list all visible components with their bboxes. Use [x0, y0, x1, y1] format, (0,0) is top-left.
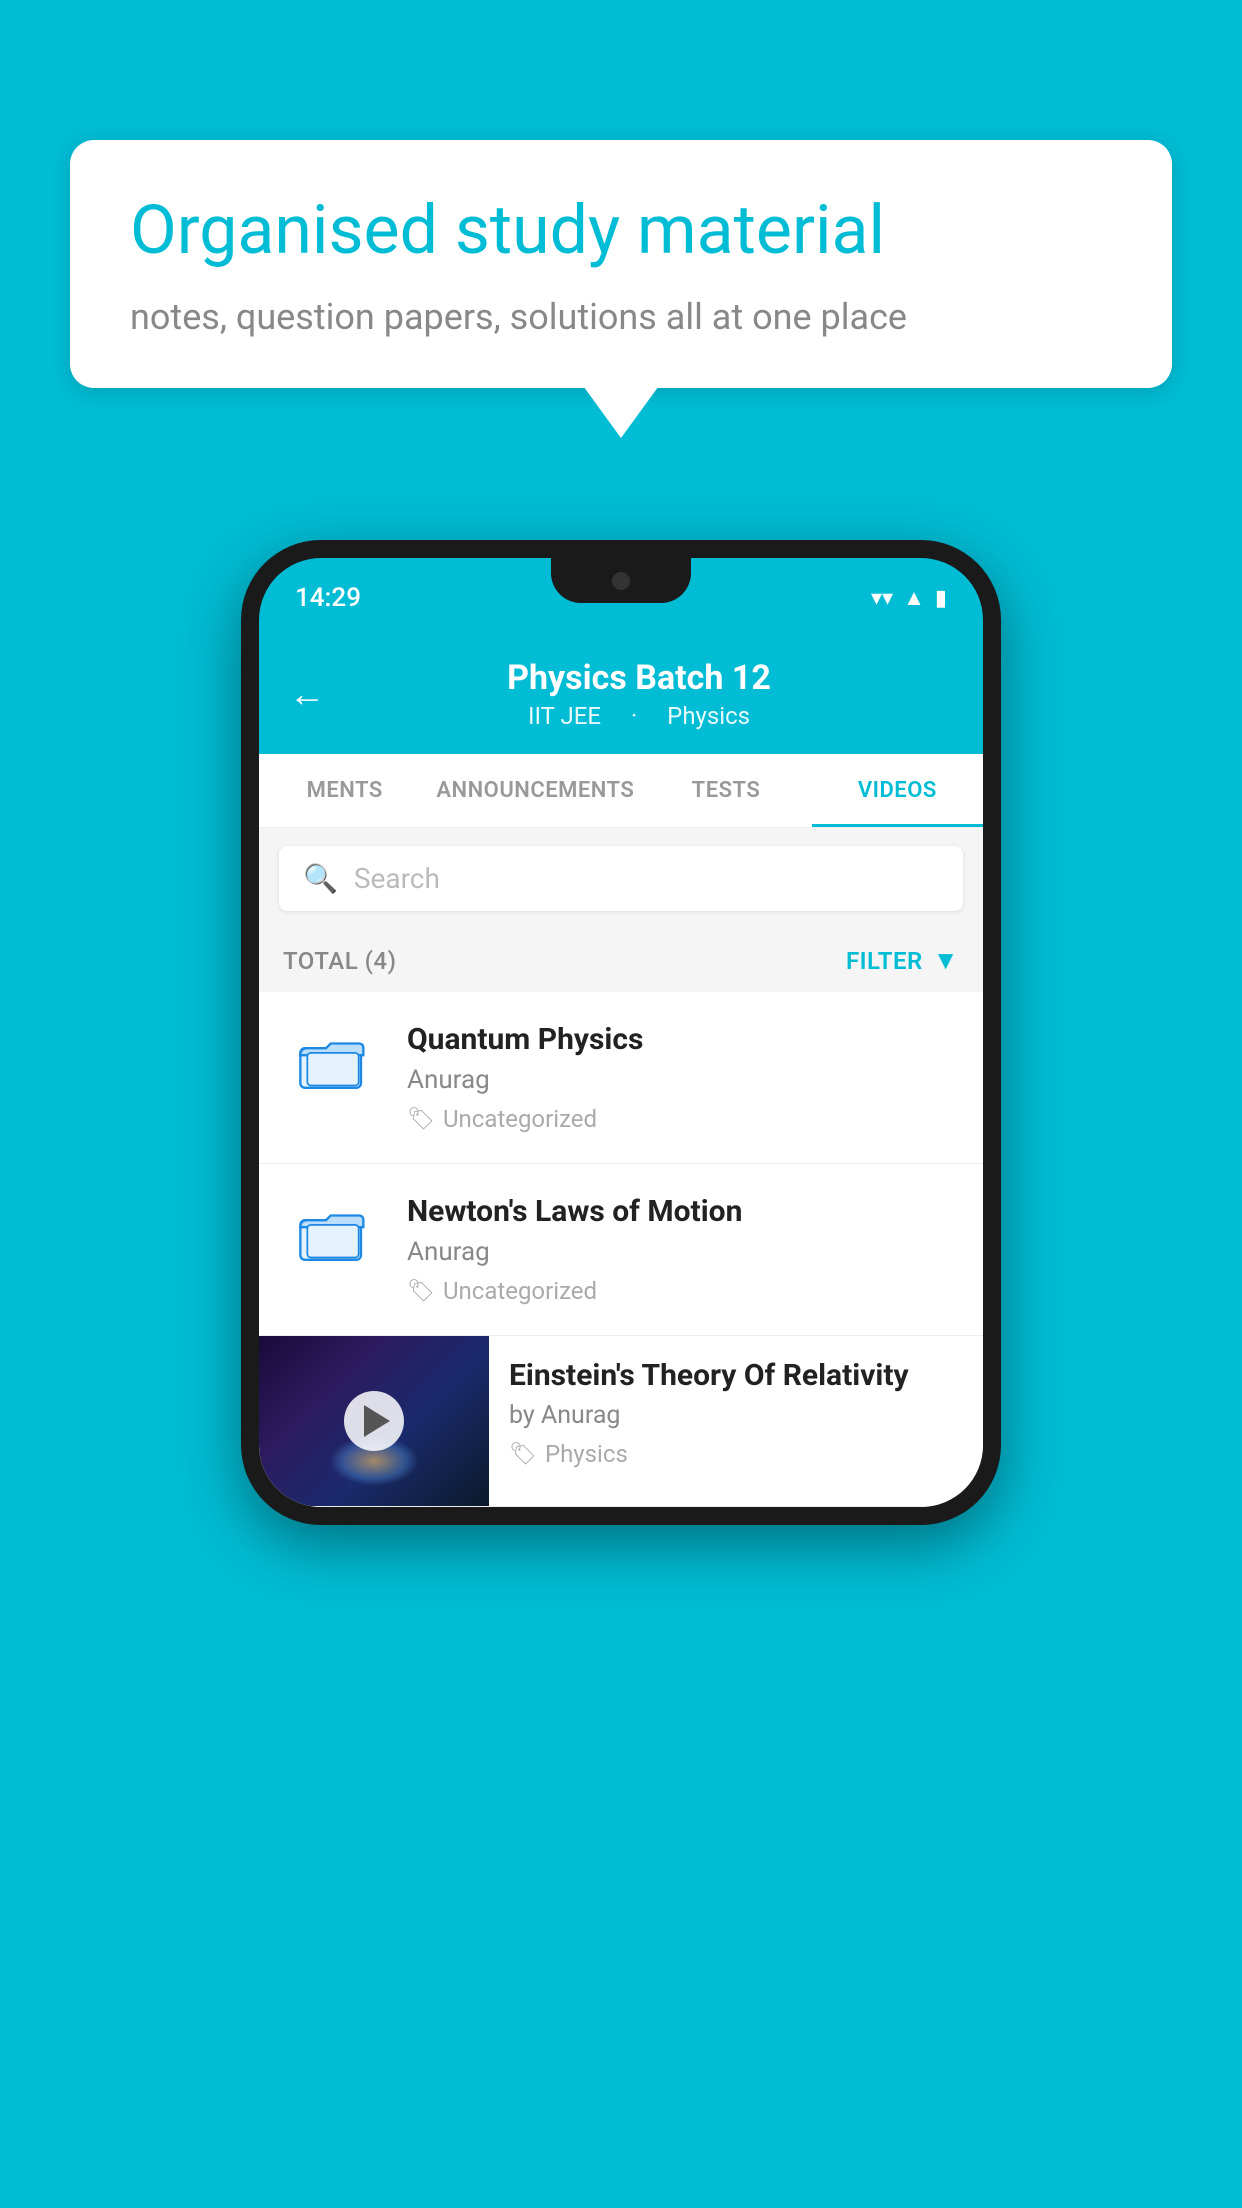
battery-icon: ▮: [935, 586, 947, 611]
speech-bubble-heading: Organised study material: [130, 190, 1112, 272]
video-info-quantum: Quantum Physics Anurag 🏷 Uncategorized: [407, 1022, 959, 1133]
tab-videos[interactable]: VIDEOS: [812, 754, 983, 827]
play-button[interactable]: [344, 1391, 404, 1451]
tab-tests[interactable]: TESTS: [640, 754, 811, 827]
wifi-icon: ▾▾: [871, 586, 893, 611]
video-author-einstein: by Anurag: [509, 1401, 963, 1430]
folder-icon-newton: [298, 1198, 368, 1268]
phone-notch: [551, 558, 691, 603]
header-subtitle: IIT JEE · Physics: [325, 702, 953, 730]
total-count: TOTAL (4): [283, 947, 396, 975]
search-icon: 🔍: [303, 862, 338, 895]
filter-bar: TOTAL (4) FILTER ▼: [259, 929, 983, 992]
video-author-newton: Anurag: [407, 1237, 959, 1267]
search-box[interactable]: 🔍 Search: [279, 846, 963, 911]
tag-icon: 🏷: [407, 1107, 435, 1132]
speech-bubble-container: Organised study material notes, question…: [70, 140, 1172, 388]
video-item-quantum[interactable]: Quantum Physics Anurag 🏷 Uncategorized: [259, 992, 983, 1164]
search-container: 🔍 Search: [259, 828, 983, 929]
einstein-info: Einstein's Theory Of Relativity by Anura…: [489, 1336, 983, 1490]
subtitle-physics: Physics: [667, 702, 750, 730]
status-bar: 14:29 ▾▾ ▲ ▮: [259, 558, 983, 638]
subtitle-iitjee: IIT JEE: [528, 702, 601, 730]
filter-icon: ▼: [933, 945, 959, 976]
folder-icon: [298, 1026, 368, 1096]
video-item-newton[interactable]: Newton's Laws of Motion Anurag 🏷 Uncateg…: [259, 1164, 983, 1336]
video-item-einstein[interactable]: Einstein's Theory Of Relativity by Anura…: [259, 1336, 983, 1507]
video-info-newton: Newton's Laws of Motion Anurag 🏷 Uncateg…: [407, 1194, 959, 1305]
header-title-block: Physics Batch 12 IIT JEE · Physics: [325, 658, 953, 730]
speech-bubble: Organised study material notes, question…: [70, 140, 1172, 388]
tab-ments[interactable]: MENTS: [259, 754, 430, 827]
tab-bar: MENTS ANNOUNCEMENTS TESTS VIDEOS: [259, 754, 983, 828]
tab-announcements[interactable]: ANNOUNCEMENTS: [430, 754, 640, 827]
einstein-thumbnail: [259, 1336, 489, 1506]
video-author-quantum: Anurag: [407, 1065, 959, 1095]
filter-button[interactable]: FILTER ▼: [846, 945, 959, 976]
tag-icon-newton: 🏷: [407, 1279, 435, 1304]
phone-body: 14:29 ▾▾ ▲ ▮ ← Physics Batch 12 IIT JEE …: [241, 540, 1001, 1525]
folder-thumb-quantum: [283, 1022, 383, 1096]
status-icons: ▾▾ ▲ ▮: [871, 585, 947, 611]
video-title-newton: Newton's Laws of Motion: [407, 1194, 959, 1229]
tag-label-einstein: Physics: [545, 1440, 628, 1468]
video-list: Quantum Physics Anurag 🏷 Uncategorized: [259, 992, 983, 1507]
video-title-quantum: Quantum Physics: [407, 1022, 959, 1057]
tag-label-newton: Uncategorized: [443, 1277, 597, 1305]
camera: [612, 572, 630, 590]
tag-icon-einstein: 🏷: [509, 1442, 537, 1467]
header-title: Physics Batch 12: [325, 658, 953, 698]
status-time: 14:29: [295, 583, 361, 613]
signal-icon: ▲: [903, 585, 925, 611]
video-tag-newton: 🏷 Uncategorized: [407, 1277, 959, 1305]
folder-thumb-newton: [283, 1194, 383, 1268]
app-screen: ← Physics Batch 12 IIT JEE · Physics MEN…: [259, 638, 983, 1507]
tag-label-quantum: Uncategorized: [443, 1105, 597, 1133]
back-button[interactable]: ←: [289, 673, 325, 715]
phone-mockup: 14:29 ▾▾ ▲ ▮ ← Physics Batch 12 IIT JEE …: [241, 540, 1001, 1525]
app-header: ← Physics Batch 12 IIT JEE · Physics: [259, 638, 983, 754]
video-tag-einstein: 🏷 Physics: [509, 1440, 963, 1468]
speech-bubble-subtext: notes, question papers, solutions all at…: [130, 296, 1112, 338]
filter-label: FILTER: [846, 947, 923, 975]
play-icon: [364, 1405, 390, 1437]
search-placeholder: Search: [354, 862, 440, 895]
video-tag-quantum: 🏷 Uncategorized: [407, 1105, 959, 1133]
video-title-einstein: Einstein's Theory Of Relativity: [509, 1358, 963, 1393]
